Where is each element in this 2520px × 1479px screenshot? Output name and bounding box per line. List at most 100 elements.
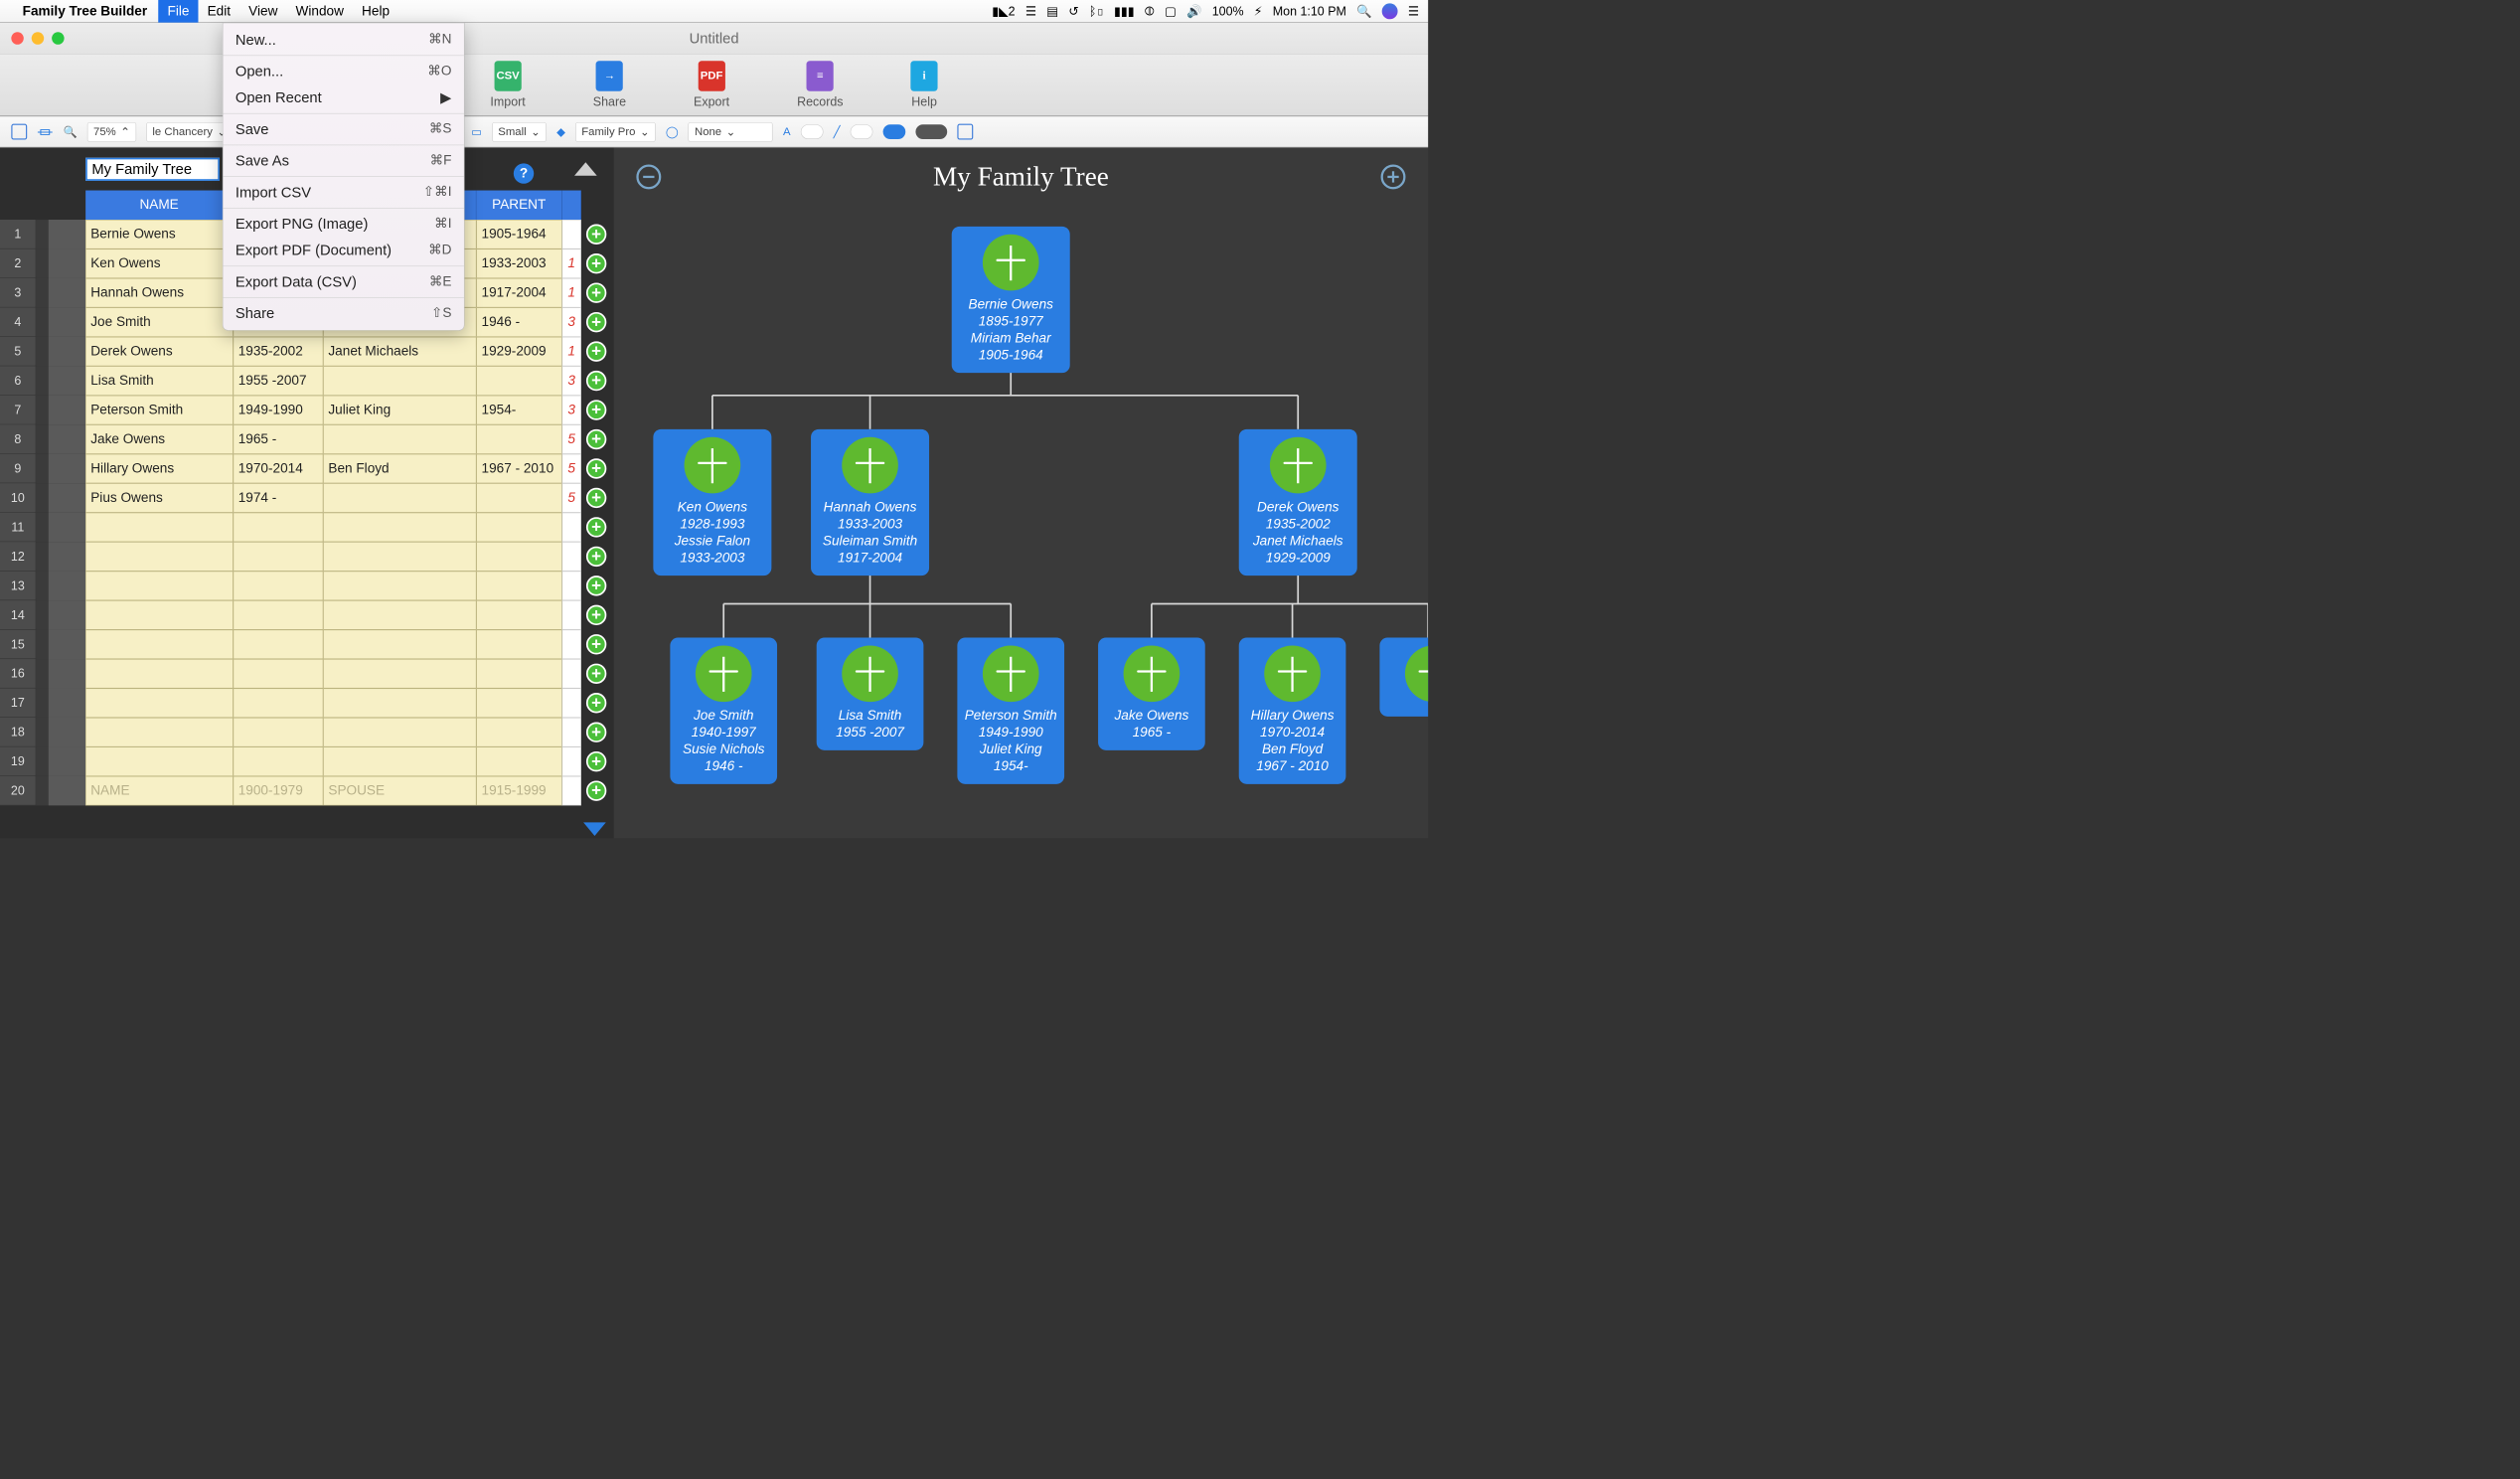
textcolor-icon[interactable]: A — [783, 125, 791, 138]
tree-title-input[interactable] — [85, 158, 220, 181]
cell-dates[interactable]: 1965 - — [234, 424, 324, 453]
zoom-out-button[interactable] — [636, 164, 661, 189]
cell-dates[interactable] — [234, 542, 324, 571]
tablet-icon[interactable]: ▤ — [1046, 4, 1058, 19]
cell-dates[interactable]: 1949-1990 — [234, 396, 324, 424]
cell-parent-dates[interactable]: 1946 - — [476, 307, 561, 336]
cell-spouse[interactable]: SPOUSE — [323, 776, 476, 805]
cell-parent-dates[interactable] — [476, 746, 561, 775]
cell-ref[interactable]: 3 — [562, 307, 581, 336]
linecolor-chip[interactable] — [851, 124, 873, 139]
cell-parent-dates[interactable] — [476, 689, 561, 718]
cell-name[interactable] — [85, 659, 233, 688]
textcolor-chip[interactable] — [801, 124, 824, 139]
help-bubble[interactable]: ? — [514, 163, 534, 183]
cell-name[interactable]: Bernie Owens — [85, 220, 233, 248]
add-row-button[interactable]: + — [581, 220, 612, 248]
wifi-icon[interactable]: ⦷ — [1145, 4, 1155, 19]
cell-parent-dates[interactable]: 1954- — [476, 396, 561, 424]
add-row-button[interactable]: + — [581, 278, 612, 307]
row-number[interactable]: 4 — [0, 307, 36, 336]
volume-icon[interactable]: 🔊 — [1186, 4, 1202, 19]
tree-node[interactable]: Hillary Owens1970-2014Ben Floyd1967 - 20… — [1239, 638, 1346, 784]
row-select[interactable] — [49, 542, 85, 571]
cell-name[interactable]: Hillary Owens — [85, 454, 233, 483]
header-name[interactable]: NAME — [85, 191, 233, 220]
gap-select[interactable]: Small ⌄ — [492, 122, 547, 142]
add-row-button[interactable]: + — [581, 396, 612, 424]
cell-spouse[interactable] — [323, 718, 476, 746]
cell-spouse[interactable]: Janet Michaels — [323, 337, 476, 366]
cell-spouse[interactable] — [323, 572, 476, 600]
row-select[interactable] — [49, 396, 85, 424]
add-row-button[interactable]: + — [581, 424, 612, 453]
cell-dates[interactable] — [234, 513, 324, 542]
cell-spouse[interactable] — [323, 746, 476, 775]
cell-name[interactable] — [85, 513, 233, 542]
row-number[interactable]: 1 — [0, 220, 36, 248]
row-number[interactable]: 5 — [0, 337, 36, 366]
menu-window[interactable]: Window — [286, 0, 353, 22]
add-row-button[interactable]: + — [581, 689, 612, 718]
cell-parent-dates[interactable] — [476, 542, 561, 571]
tree-node[interactable]: Bernie Owens1895-1977Miriam Behar1905-19… — [952, 227, 1070, 373]
menu-help[interactable]: Help — [353, 0, 398, 22]
row-number[interactable]: 15 — [0, 630, 36, 659]
cell-spouse[interactable] — [323, 600, 476, 629]
cell-name[interactable] — [85, 689, 233, 718]
row-number[interactable]: 6 — [0, 366, 36, 395]
row-select[interactable] — [49, 746, 85, 775]
menu-item-new-[interactable]: New...⌘N — [223, 27, 464, 54]
add-row-button[interactable]: + — [581, 746, 612, 775]
cell-name[interactable]: Lisa Smith — [85, 366, 233, 395]
row-select[interactable] — [49, 307, 85, 336]
add-row-button[interactable]: + — [581, 307, 612, 336]
row-number[interactable]: 16 — [0, 659, 36, 688]
add-row-button[interactable]: + — [581, 659, 612, 688]
cell-parent-dates[interactable]: 1905-1964 — [476, 220, 561, 248]
row-number[interactable]: 12 — [0, 542, 36, 571]
cell-dates[interactable] — [234, 572, 324, 600]
adobe-icon[interactable]: ▮◣ 2 — [992, 4, 1015, 19]
header-ref[interactable] — [562, 191, 581, 220]
cell-parent-dates[interactable] — [476, 630, 561, 659]
cell-dates[interactable] — [234, 600, 324, 629]
row-select[interactable] — [49, 220, 85, 248]
cell-dates[interactable] — [234, 746, 324, 775]
tree-node[interactable]: Lisa Smith1955 -2007 — [817, 638, 924, 750]
minimize-button[interactable] — [32, 32, 44, 44]
cell-name[interactable]: Jake Owens — [85, 424, 233, 453]
menu-item-save-as[interactable]: Save As⌘F — [223, 147, 464, 174]
fill2-chip[interactable] — [915, 124, 947, 139]
fullscreen-button[interactable] — [52, 32, 64, 44]
row-select[interactable] — [49, 630, 85, 659]
tree-node[interactable] — [1379, 638, 1428, 717]
row-select[interactable] — [49, 776, 85, 805]
cell-ref[interactable]: 3 — [562, 396, 581, 424]
bluetooth-icon[interactable]: ᛒ▯ — [1089, 4, 1104, 19]
clock[interactable]: Mon 1:10 PM — [1273, 4, 1346, 19]
add-row-button[interactable]: + — [581, 513, 612, 542]
siri-icon[interactable] — [1382, 3, 1398, 19]
menu-item-export-png-image-[interactable]: Export PNG (Image)⌘I — [223, 211, 464, 238]
menu-item-import-csv[interactable]: Import CSV⇧⌘I — [223, 179, 464, 206]
add-row-button[interactable]: + — [581, 542, 612, 571]
row-number[interactable]: 17 — [0, 689, 36, 718]
cell-ref[interactable] — [562, 572, 581, 600]
add-row-button[interactable]: + — [581, 366, 612, 395]
cell-dates[interactable]: 1970-2014 — [234, 454, 324, 483]
row-number[interactable]: 20 — [0, 776, 36, 805]
tree-node[interactable]: Jake Owens1965 - — [1098, 638, 1205, 750]
cell-ref[interactable] — [562, 776, 581, 805]
menu-file[interactable]: File — [158, 0, 198, 22]
row-select[interactable] — [49, 659, 85, 688]
row-select[interactable] — [49, 454, 85, 483]
cell-parent-dates[interactable] — [476, 659, 561, 688]
spotlight-icon[interactable]: 🔍 — [1356, 4, 1372, 19]
cell-ref[interactable] — [562, 630, 581, 659]
cell-dates[interactable]: 1955 -2007 — [234, 366, 324, 395]
row-number[interactable]: 8 — [0, 424, 36, 453]
header-parent[interactable]: PARENT — [476, 191, 561, 220]
close-button[interactable] — [11, 32, 23, 44]
row-select[interactable] — [49, 572, 85, 600]
